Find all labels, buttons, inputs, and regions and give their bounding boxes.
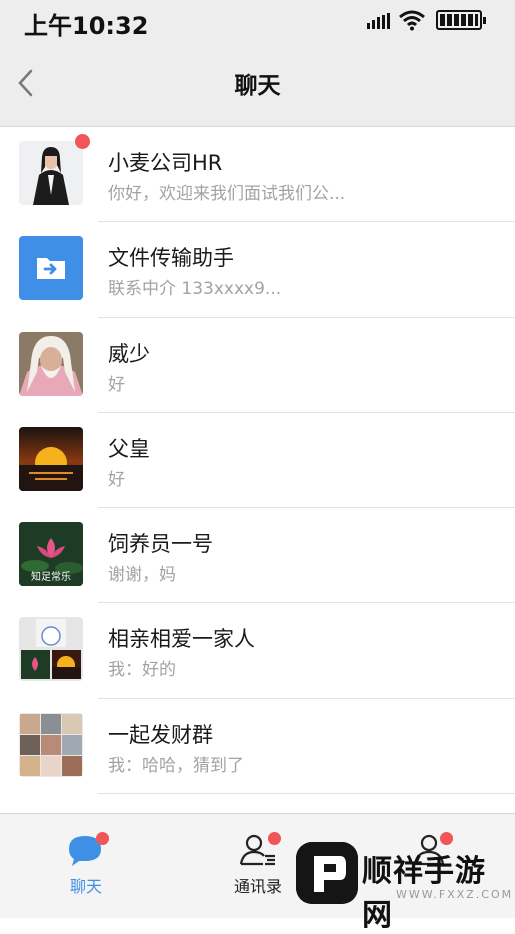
chat-last-message: 谢谢，妈 bbox=[108, 565, 176, 586]
tab-badge bbox=[96, 832, 109, 845]
chat-list: 小麦公司HR 你好，欢迎来我们面试我们公... 文件传输助手 联系中介 133x… bbox=[0, 127, 515, 795]
chat-last-message: 好 bbox=[108, 374, 125, 395]
chat-name: 饲养员一号 bbox=[108, 532, 213, 557]
signal-icon bbox=[367, 13, 391, 29]
group-avatar bbox=[19, 712, 83, 777]
chat-last-message: 我：哈哈，猜到了 bbox=[108, 755, 244, 776]
chat-name: 小麦公司HR bbox=[108, 151, 223, 175]
avatar bbox=[19, 331, 83, 396]
chat-last-message: 你好，欢迎来我们面试我们公... bbox=[108, 184, 346, 204]
chat-last-message: 好 bbox=[108, 469, 125, 490]
battery-icon bbox=[436, 10, 486, 30]
chat-row-fuhuang[interactable]: 父皇 好 bbox=[0, 413, 515, 509]
chat-last-message: 我：好的 bbox=[108, 660, 176, 681]
tab-badge bbox=[268, 832, 281, 845]
watermark-logo-icon bbox=[296, 842, 358, 904]
group-avatar bbox=[19, 617, 83, 682]
avatar bbox=[19, 426, 83, 491]
tab-label: 聊天 bbox=[69, 877, 102, 896]
chat-name: 威少 bbox=[108, 341, 150, 366]
unread-badge bbox=[75, 134, 90, 149]
watermark: 顺祥手游网 WWW.FXXZ.COM bbox=[296, 836, 515, 933]
chat-name: 父皇 bbox=[108, 436, 150, 461]
wifi-icon bbox=[399, 10, 425, 31]
page-title: 聊天 bbox=[234, 73, 281, 99]
chat-row-weishao[interactable]: 威少 好 bbox=[0, 318, 515, 414]
avatar bbox=[19, 141, 83, 205]
avatar: 知足常乐 bbox=[19, 522, 83, 587]
chat-name: 文件传输助手 bbox=[108, 246, 234, 271]
chat-row-fortune-group[interactable]: 一起发财群 我：哈哈，猜到了 bbox=[0, 699, 515, 795]
watermark-url: WWW.FXXZ.COM bbox=[396, 888, 514, 901]
chat-row-siyangyuan[interactable]: 知足常乐 饲养员一号 谢谢，妈 bbox=[0, 508, 515, 604]
chat-name: 相亲相爱一家人 bbox=[108, 627, 255, 652]
chat-row-family-group[interactable]: 相亲相爱一家人 我：好的 bbox=[0, 603, 515, 700]
chat-row-hr[interactable]: 小麦公司HR 你好，欢迎来我们面试我们公... bbox=[0, 127, 515, 223]
status-time: 上午10:32 bbox=[24, 12, 149, 40]
tab-chat[interactable]: 聊天 bbox=[0, 814, 172, 918]
status-bar: 上午10:32 bbox=[0, 0, 515, 42]
chat-name: 一起发财群 bbox=[108, 722, 213, 747]
chat-row-file-transfer[interactable]: 文件传输助手 联系中介 133xxxx9... bbox=[0, 222, 515, 318]
avatar-caption: 知足常乐 bbox=[31, 572, 71, 584]
chat-last-message: 联系中介 133xxxx9... bbox=[108, 279, 282, 300]
nav-bar: 聊天 bbox=[0, 42, 515, 127]
folder-icon bbox=[19, 236, 83, 301]
